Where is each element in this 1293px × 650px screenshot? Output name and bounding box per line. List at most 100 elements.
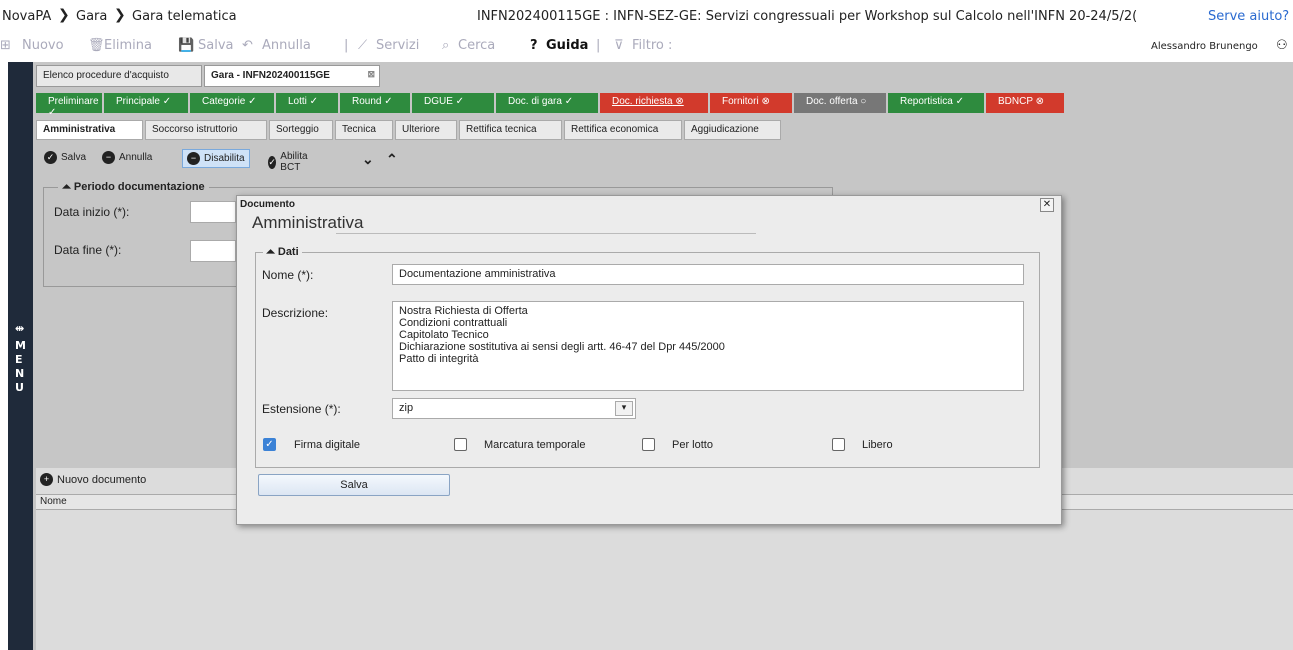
page-title: INFN202400115GE : INFN-SEZ-GE: Servizi c… — [477, 9, 1138, 24]
step-label: Round — [352, 96, 382, 107]
tab-rettifica-economica[interactable]: Rettifica economica — [564, 120, 682, 140]
user-icon[interactable]: ⚇ — [1276, 38, 1288, 53]
action-label: Salva — [61, 152, 87, 163]
collapse-icon: ⏶ — [62, 181, 71, 193]
check-icon: ✓ — [44, 151, 57, 164]
step-categorie[interactable]: Categorie ✓ — [190, 93, 274, 113]
marcatura-temporale-label: Marcatura temporale — [484, 439, 586, 451]
nome-label: Nome (*): — [262, 268, 314, 282]
save-toolbar-button[interactable]: Salva — [198, 38, 234, 53]
descrizione-line: Nostra Richiesta di Offerta — [399, 305, 528, 317]
step-lotti[interactable]: Lotti ✓ — [276, 93, 338, 113]
minus-icon: − — [102, 151, 115, 164]
top-header: NovaPA ❯ Gara ❯ Gara telematica INFN2024… — [0, 0, 1293, 32]
step-fornitori[interactable]: Fornitori ⊗ — [710, 93, 792, 113]
tab-elenco-procedure[interactable]: Elenco procedure d'acquisto — [36, 65, 202, 87]
per-lotto-label: Per lotto — [672, 439, 713, 451]
menu-letter: U — [15, 381, 24, 394]
step-label: Doc. offerta — [806, 96, 858, 107]
data-fine-label: Data fine (*): — [54, 243, 122, 257]
search-button[interactable]: Cerca — [458, 38, 495, 53]
close-icon[interactable]: ✕ — [1040, 198, 1054, 212]
data-inizio-label: Data inizio (*): — [54, 205, 130, 219]
tab-gara[interactable]: Gara - INFN202400115GE ⊠ — [204, 65, 380, 87]
step-label: Categorie — [202, 96, 246, 107]
delete-button[interactable]: Elimina — [104, 38, 152, 53]
tab-sorteggio[interactable]: Sorteggio — [269, 120, 333, 140]
services-button[interactable]: Servizi — [376, 38, 419, 53]
firma-digitale-checkbox[interactable]: ✓ — [263, 438, 276, 451]
marcatura-temporale-checkbox[interactable] — [454, 438, 467, 451]
breadcrumb-gara[interactable]: Gara — [76, 9, 107, 24]
step-label: Doc. richiesta — [612, 96, 673, 107]
menu-rail[interactable]: ⇹ M E N U — [8, 62, 33, 650]
chevron-right-icon: ❯ — [58, 7, 70, 23]
new-button[interactable]: Nuovo — [22, 38, 64, 53]
close-icon[interactable]: ⊠ — [367, 69, 375, 80]
wand-icon: ⟋ — [358, 38, 368, 53]
cancel-toolbar-button[interactable]: Annulla — [262, 38, 311, 53]
step-round[interactable]: Round ✓ — [340, 93, 410, 113]
abilita-bct-button[interactable]: ✓ Abilita BCT — [264, 149, 316, 175]
data-inizio-field[interactable] — [190, 201, 236, 223]
step-preliminare[interactable]: Preliminare ✓ — [36, 93, 102, 118]
dati-legend[interactable]: ⏶ Dati — [263, 246, 302, 259]
menu-letter: N — [15, 367, 25, 380]
step-bdncp[interactable]: BDNCP ⊗ — [986, 93, 1064, 113]
undo-icon: ↶ — [242, 38, 253, 53]
new-document-button[interactable]: + Nuovo documento — [40, 473, 146, 486]
libero-checkbox[interactable] — [832, 438, 845, 451]
disabilita-button[interactable]: − Disabilita — [182, 149, 250, 168]
descrizione-line: Patto di integrità — [399, 353, 479, 365]
step-doc-richiesta[interactable]: Doc. richiesta ⊗ — [600, 93, 708, 113]
breadcrumb-gara-telematica[interactable]: Gara telematica — [132, 9, 237, 24]
descrizione-label: Descrizione: — [262, 306, 329, 320]
help-link[interactable]: Serve aiuto? — [1208, 9, 1289, 24]
step-label: Principale — [116, 96, 160, 107]
periodo-legend[interactable]: ⏶ Periodo documentazione — [58, 181, 209, 194]
estensione-select[interactable]: zip ▾ — [392, 398, 636, 419]
tab-gara-label: Gara - INFN202400115GE — [211, 70, 330, 81]
step-label: Reportistica — [900, 96, 953, 107]
tab-tecnica[interactable]: Tecnica — [335, 120, 393, 140]
descrizione-line: Dichiarazione sostitutiva ai sensi degli… — [399, 341, 725, 353]
filter-icon: ⊽ — [614, 38, 624, 53]
dialog-heading: Amministrativa — [252, 213, 364, 232]
chevron-right-icon: ❯ — [114, 7, 126, 23]
step-principale[interactable]: Principale ✓ — [104, 93, 188, 113]
nome-input[interactable]: Documentazione amministrativa — [392, 264, 1024, 285]
expand-all-icon[interactable]: ⌄ — [358, 149, 378, 170]
tab-rettifica-tecnica[interactable]: Rettifica tecnica — [459, 120, 562, 140]
action-label: Disabilita — [204, 153, 245, 164]
new-icon: ⊞ — [0, 38, 11, 53]
collapse-all-icon[interactable]: ⌃ — [382, 149, 402, 170]
data-fine-field[interactable] — [190, 240, 236, 262]
tab-soccorso-istruttorio[interactable]: Soccorso istruttorio — [145, 120, 267, 140]
step-doc-offerta[interactable]: Doc. offerta ○ — [794, 93, 886, 113]
menu-letter: M — [15, 339, 26, 352]
periodo-legend-label: Periodo documentazione — [73, 181, 205, 193]
dialog-save-button[interactable]: Salva — [258, 474, 450, 496]
step-label: BDNCP — [998, 96, 1033, 107]
breadcrumb-novapa[interactable]: NovaPA — [2, 9, 51, 24]
descrizione-line: Condizioni contrattuali — [399, 317, 508, 329]
step-label: DGUE — [424, 96, 453, 107]
guide-button[interactable]: Guida — [546, 38, 588, 53]
per-lotto-checkbox[interactable] — [642, 438, 655, 451]
trash-icon: 🗑 — [88, 38, 105, 53]
step-reportistica[interactable]: Reportistica ✓ — [888, 93, 984, 113]
collapse-icon: ⏶ — [266, 246, 275, 258]
tab-ulteriore[interactable]: Ulteriore — [395, 120, 457, 140]
chevron-down-icon[interactable]: ▾ — [615, 401, 633, 416]
annulla-action-button[interactable]: − Annulla — [98, 149, 156, 166]
search-icon: ⌕ — [442, 38, 450, 53]
action-label: Abilita BCT — [280, 151, 308, 173]
salva-action-button[interactable]: ✓ Salva — [40, 149, 90, 166]
tab-amministrativa[interactable]: Amministrativa — [36, 120, 143, 140]
tab-aggiudicazione[interactable]: Aggiudicazione — [684, 120, 781, 140]
step-doc-di-gara[interactable]: Doc. di gara ✓ — [496, 93, 598, 113]
descrizione-textarea[interactable]: Nostra Richiesta di Offerta Condizioni c… — [392, 301, 1024, 391]
step-dgue[interactable]: DGUE ✓ — [412, 93, 494, 113]
estensione-value: zip — [399, 402, 414, 414]
divider: | — [596, 38, 601, 53]
